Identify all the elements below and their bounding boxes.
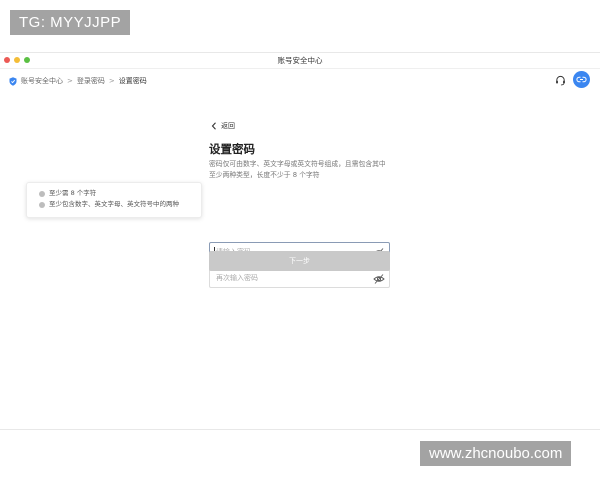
back-link[interactable]: 返回 xyxy=(211,121,235,131)
breadcrumb-item-login-password[interactable]: 登录密码 xyxy=(77,76,105,86)
confirm-password-field[interactable] xyxy=(209,268,390,288)
title-bar: 账号安全中心 xyxy=(0,53,600,69)
password-hint-tooltip: 至少需 8 个字符 至少包含数字、英文字母、英文符号中的两种 xyxy=(26,182,202,218)
breadcrumb: 账号安全中心 > 登录密码 > 设置密码 xyxy=(9,76,147,86)
window-title: 账号安全中心 xyxy=(277,56,323,65)
chevron-left-icon xyxy=(211,122,216,130)
breadcrumb-item-security-center[interactable]: 账号安全中心 xyxy=(21,76,63,86)
page-title: 设置密码 xyxy=(209,142,255,156)
password-rules-description: 密码仅可由数字、英文字母或英文符号组成，且需包含其中至少两种类型，长度不少于 8… xyxy=(209,160,386,179)
link-icon xyxy=(576,76,587,83)
next-step-button[interactable]: 下一步 xyxy=(209,251,390,271)
status-dot-icon xyxy=(39,190,45,197)
bottom-watermark-badge: www.zhcnoubo.com xyxy=(420,441,572,466)
app-window: 账号安全中心 账号安全中心 > 登录密码 > 设置密码 xyxy=(0,52,600,430)
breadcrumb-item-set-password: 设置密码 xyxy=(118,77,147,85)
confirm-password-input[interactable] xyxy=(216,272,366,284)
back-label: 返回 xyxy=(221,122,235,130)
headset-icon[interactable] xyxy=(555,75,566,86)
top-watermark-badge: TG: MYYJJPP xyxy=(10,10,131,35)
hint-item: 至少需 8 个字符 xyxy=(39,188,201,199)
chevron-right-icon: > xyxy=(67,77,73,85)
hint-min-length: 至少需 8 个字符 xyxy=(49,189,97,197)
shield-icon xyxy=(9,76,17,86)
eye-off-icon[interactable] xyxy=(373,273,385,285)
status-dot-icon xyxy=(39,201,45,208)
avatar[interactable] xyxy=(573,71,590,88)
hint-char-types: 至少包含数字、英文字母、英文符号中的两种 xyxy=(49,200,179,208)
top-toolbar: 账号安全中心 > 登录密码 > 设置密码 xyxy=(0,69,600,91)
hint-item: 至少包含数字、英文字母、英文符号中的两种 xyxy=(39,199,201,210)
chevron-right-icon: > xyxy=(108,77,115,85)
